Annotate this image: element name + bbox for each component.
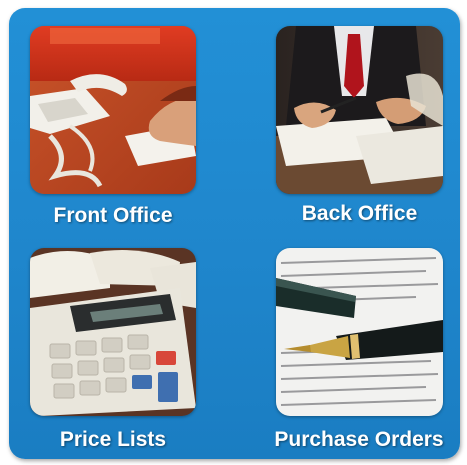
price-lists-label[interactable]: Price Lists (30, 428, 196, 452)
front-office-label[interactable]: Front Office (30, 204, 196, 228)
calculator-photo[interactable] (30, 248, 196, 416)
price-lists-tile[interactable]: Price Lists (9, 233, 234, 459)
back-office-label[interactable]: Back Office (276, 202, 443, 226)
front-office-tile[interactable]: Front Office (9, 8, 234, 233)
purchase-orders-label[interactable]: Purchase Orders (254, 428, 460, 452)
back-office-photo[interactable] (276, 26, 443, 194)
pen-and-document-photo[interactable] (276, 248, 443, 416)
front-office-photo[interactable] (30, 26, 196, 194)
purchase-orders-tile[interactable]: Purchase Orders (234, 233, 460, 459)
menu-panel: Front Office Back Office Price Lists Pur… (9, 8, 460, 459)
back-office-tile[interactable]: Back Office (234, 8, 460, 233)
